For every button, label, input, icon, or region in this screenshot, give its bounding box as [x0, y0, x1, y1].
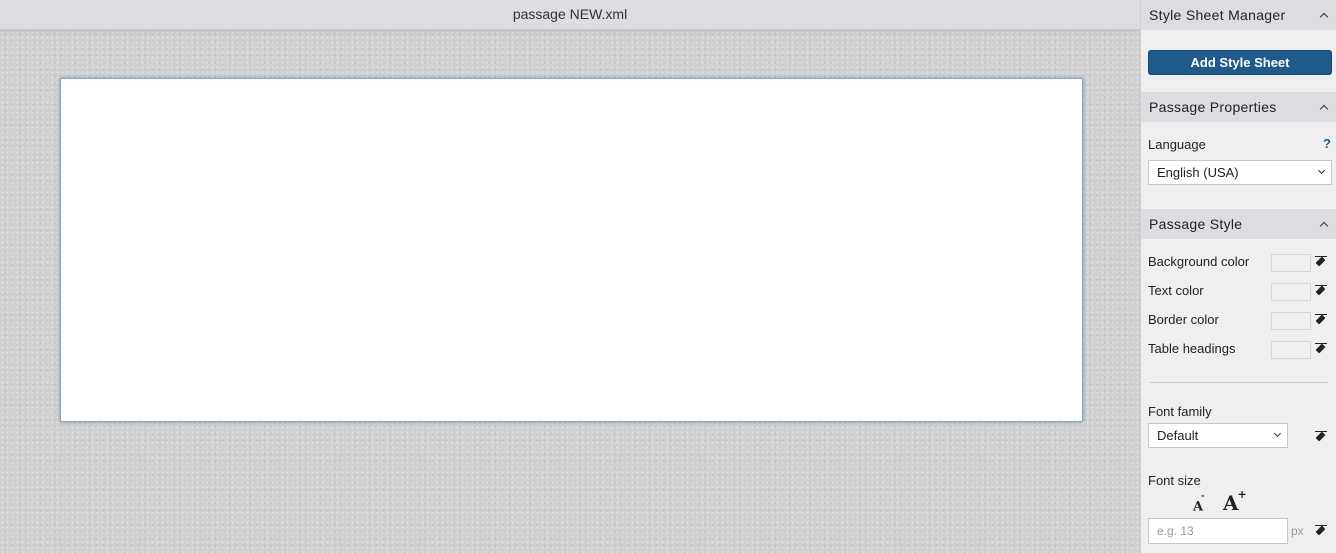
- divider: [1150, 382, 1328, 383]
- border-color-label: Border color: [1148, 312, 1219, 327]
- document-title: passage NEW.xml: [512, 5, 628, 22]
- passage-style-header[interactable]: Passage Style: [1141, 209, 1336, 239]
- chevron-down-icon: [1275, 433, 1281, 439]
- help-icon[interactable]: ?: [1323, 136, 1331, 151]
- chevron-up-icon[interactable]: [1319, 10, 1329, 20]
- chevron-up-icon[interactable]: [1319, 219, 1329, 229]
- section-title: Passage Properties: [1149, 99, 1277, 115]
- font-size-unit: px: [1291, 524, 1304, 538]
- passage-preview[interactable]: [60, 78, 1083, 422]
- section-title: Style Sheet Manager: [1149, 7, 1286, 23]
- style-sheet-manager-section: Style Sheet Manager: [1141, 0, 1336, 30]
- border-color-swatch[interactable]: [1271, 312, 1311, 330]
- decrease-font-icon: A: [1193, 499, 1204, 515]
- editor-canvas: passage NEW.xml: [0, 0, 1140, 553]
- section-title: Passage Style: [1149, 216, 1243, 232]
- add-style-sheet-button[interactable]: Add Style Sheet: [1148, 50, 1332, 75]
- passage-style-section: Passage Style: [1141, 209, 1336, 239]
- document-title-bar: passage NEW.xml: [0, 0, 1140, 30]
- language-select-value: English (USA): [1157, 165, 1239, 180]
- increase-font-size-button[interactable]: A+: [1223, 488, 1248, 515]
- chevron-down-icon: [1319, 170, 1325, 176]
- font-size-input[interactable]: e.g. 13: [1148, 518, 1288, 544]
- language-select[interactable]: English (USA): [1148, 160, 1332, 185]
- font-family-select[interactable]: Default: [1148, 423, 1288, 448]
- chevron-up-icon[interactable]: [1319, 102, 1329, 112]
- background-color-label: Background color: [1148, 254, 1250, 269]
- style-sheet-manager-header[interactable]: Style Sheet Manager: [1141, 0, 1336, 30]
- language-label: Language: [1148, 137, 1206, 152]
- increase-font-icon: A: [1223, 491, 1239, 515]
- passage-properties-header[interactable]: Passage Properties: [1141, 92, 1336, 122]
- decrease-font-minus: -: [1201, 490, 1205, 500]
- table-headings-label: Table headings: [1148, 341, 1236, 356]
- font-family-select-value: Default: [1157, 428, 1199, 443]
- font-size-placeholder: e.g. 13: [1157, 524, 1194, 538]
- table-headings-swatch[interactable]: [1271, 341, 1311, 359]
- font-size-label: Font size: [1148, 473, 1201, 488]
- properties-panel: Style Sheet Manager Add Style Sheet Pass…: [1140, 0, 1336, 553]
- increase-font-plus: +: [1237, 488, 1247, 502]
- font-family-label: Font family: [1148, 404, 1212, 419]
- background-color-swatch[interactable]: [1271, 254, 1311, 272]
- decrease-font-size-button[interactable]: A-: [1193, 490, 1206, 515]
- passage-properties-section: Passage Properties: [1141, 92, 1336, 122]
- text-color-swatch[interactable]: [1271, 283, 1311, 301]
- text-color-label: Text color: [1148, 283, 1204, 298]
